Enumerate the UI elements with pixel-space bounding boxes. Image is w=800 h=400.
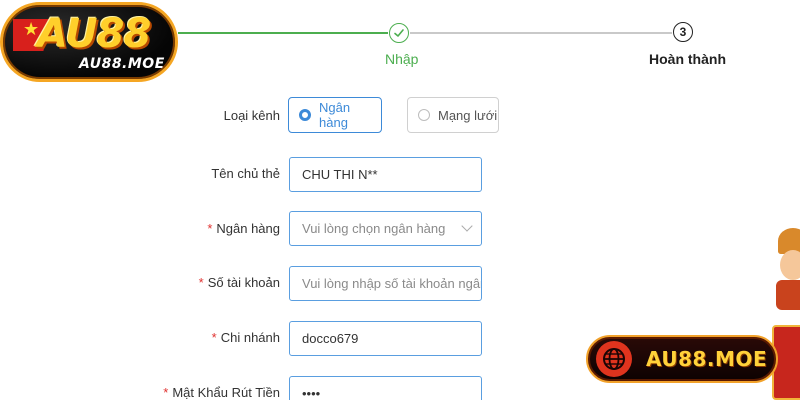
channel-option-bank-label: Ngân hàng — [319, 100, 351, 130]
step-2-label: Nhập — [385, 51, 419, 67]
account-number-label: * Số tài khoản — [198, 275, 280, 290]
bank-label: * Ngân hàng — [207, 221, 280, 236]
chevron-down-icon — [461, 220, 473, 232]
check-icon — [394, 29, 404, 37]
logo-domain-text: AU88.MOE — [79, 56, 165, 72]
step-2-circle — [389, 23, 409, 43]
withdraw-password-input[interactable]: •••• — [289, 376, 482, 400]
card-holder-value: CHU THI N** — [302, 167, 378, 182]
card-holder-label: Tên chủ thẻ — [211, 166, 280, 181]
channel-type-label: Loại kênh — [223, 108, 280, 123]
branch-input[interactable]: docco679 — [289, 321, 482, 356]
bank-select-placeholder: Vui lòng chọn ngân hàng — [302, 221, 446, 236]
domain-banner[interactable]: AU88.MOE — [586, 335, 778, 383]
channel-option-network-label: Mạng lưới — [438, 107, 498, 123]
branch-value: docco679 — [302, 331, 359, 346]
step-3-circle: 3 — [673, 22, 693, 42]
channel-option-bank[interactable]: Ngân hàng — [288, 97, 382, 133]
bank-select[interactable]: Vui lòng chọn ngân hàng — [289, 211, 482, 246]
account-number-placeholder: Vui lòng nhập số tài khoản ngân hà — [302, 276, 481, 291]
radio-unselected-icon — [418, 109, 430, 121]
globe-icon — [596, 341, 632, 377]
withdraw-password-value: •••• — [302, 386, 321, 400]
step-connector-done — [178, 32, 388, 34]
mascot-decoration — [772, 210, 800, 400]
banner-domain-text: AU88.MOE — [646, 347, 768, 371]
withdraw-password-label: * Mật Khẩu Rút Tiền — [163, 385, 280, 400]
au88-logo: ★ AU88 AU88.MOE — [0, 2, 178, 82]
radio-selected-icon — [299, 109, 311, 121]
account-number-input[interactable]: Vui lòng nhập số tài khoản ngân hà — [289, 266, 482, 301]
logo-brand-text: AU88 — [37, 11, 151, 57]
branch-label: * Chi nhánh — [211, 330, 280, 345]
channel-option-network[interactable]: Mạng lưới — [407, 97, 499, 133]
step-connector-pending — [410, 32, 672, 34]
card-holder-input[interactable]: CHU THI N** — [289, 157, 482, 192]
step-3-label: Hoàn thành — [649, 51, 726, 67]
